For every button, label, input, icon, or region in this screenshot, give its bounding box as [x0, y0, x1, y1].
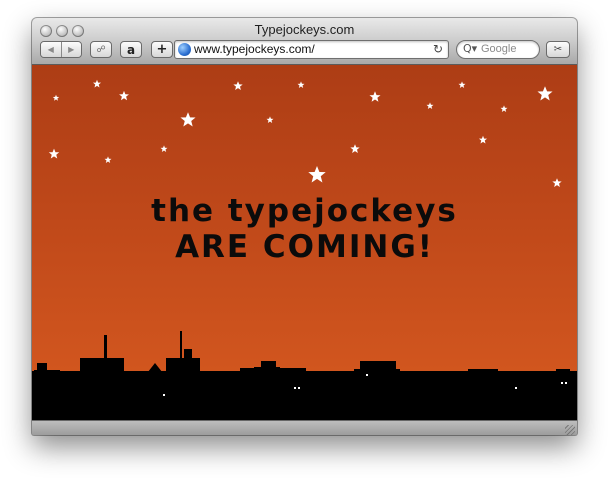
- back-arrow-icon: ◀: [47, 45, 54, 54]
- forward-arrow-icon: ▶: [68, 45, 75, 54]
- stars: [48, 79, 562, 187]
- forward-button[interactable]: ▶: [60, 42, 81, 57]
- bookmarks-icon: ☍: [96, 44, 106, 55]
- bookmarks-button[interactable]: ☍: [90, 41, 112, 58]
- search-field[interactable]: Q▾ Google: [456, 40, 540, 59]
- navigation-buttons: ◀ ▶: [40, 41, 82, 58]
- search-placeholder: Google: [481, 43, 517, 55]
- search-icon[interactable]: Q▾: [463, 42, 477, 55]
- web-clip-button[interactable]: ✂: [546, 41, 570, 58]
- reload-icon[interactable]: ↻: [433, 42, 443, 56]
- amazon-icon: a: [126, 42, 136, 57]
- url-text: www.typejockeys.com/: [194, 42, 315, 56]
- web-page-content: the typejockeys ARE COMING!: [32, 65, 577, 420]
- headline-line-2: ARE COMING!: [175, 229, 434, 265]
- status-bar: [32, 420, 577, 435]
- plus-icon: +: [156, 42, 168, 57]
- window-title: Typejockeys.com: [254, 22, 355, 37]
- add-bookmark-button[interactable]: +: [151, 41, 173, 58]
- back-button[interactable]: ◀: [41, 42, 61, 57]
- globe-icon: [178, 43, 191, 56]
- amazon-bookmark-button[interactable]: a: [120, 41, 142, 58]
- browser-window: Typejockeys.com ◀ ▶ ☍ a + www.typejockey…: [32, 18, 577, 435]
- city-skyline: [32, 331, 577, 420]
- address-bar[interactable]: www.typejockeys.com/ ↻: [174, 40, 449, 59]
- headline-line-1: the typejockeys: [151, 193, 458, 229]
- resize-grip-icon[interactable]: [565, 425, 575, 435]
- scissors-icon: ✂: [553, 44, 563, 55]
- title-bar: Typejockeys.com ◀ ▶ ☍ a + www.typejockey…: [32, 18, 577, 65]
